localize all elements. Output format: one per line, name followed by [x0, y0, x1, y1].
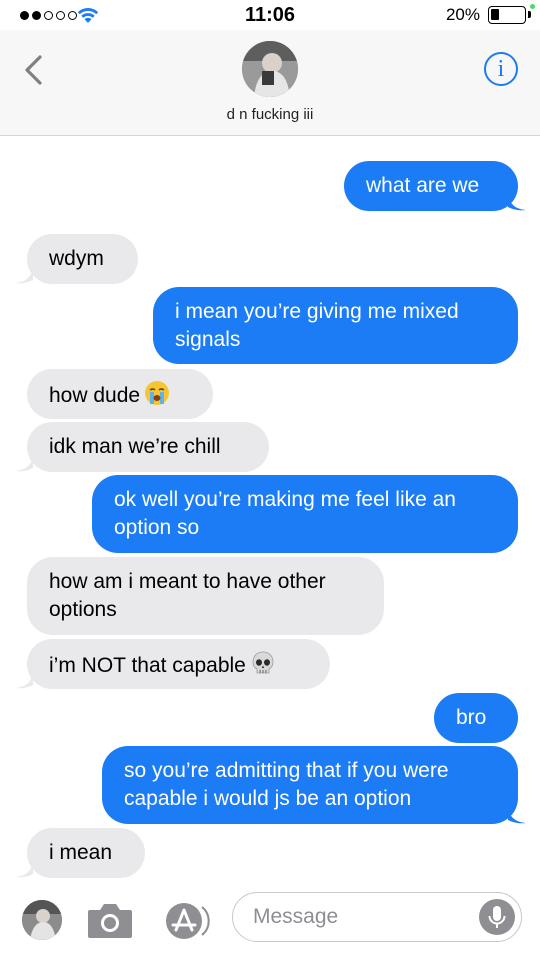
message-text: i’m NOT that capable [49, 654, 246, 677]
bubble-tail [508, 808, 526, 824]
message-text: ok well you’re making me feel like an op… [114, 488, 456, 539]
charging-indicator-icon [530, 4, 535, 9]
bubble-tail [15, 268, 33, 284]
message-text: what are we [366, 174, 480, 197]
message-list[interactable]: what are we wdym i mean you’re giving me… [0, 137, 540, 890]
conversation-header: d n fucking iii i [0, 30, 540, 136]
app-store-icon[interactable] [162, 901, 210, 941]
battery-percent: 20% [445, 5, 480, 24]
message-bubble-received[interactable]: idk man we’re chill [27, 422, 269, 472]
avatar-icon[interactable] [22, 900, 62, 940]
battery-nub [528, 11, 531, 18]
contact-name[interactable]: d n fucking iii [0, 106, 540, 123]
message-text: idk man we’re chill [49, 435, 221, 458]
message-bubble-sent[interactable]: i mean you’re giving me mixed signals [153, 287, 518, 364]
message-bubble-sent[interactable]: ok well you’re making me feel like an op… [92, 475, 518, 553]
message-input[interactable] [253, 902, 473, 932]
skull-emoji-icon [250, 650, 276, 684]
message-text: i mean [49, 841, 113, 864]
message-text: how dude [49, 384, 141, 407]
bubble-tail [15, 862, 33, 878]
message-text: bro [456, 706, 487, 729]
message-text: so you’re admitting that if you were cap… [124, 759, 449, 810]
bubble-tail [508, 195, 526, 211]
camera-icon[interactable] [86, 900, 134, 940]
message-bubble-received[interactable]: i’m NOT that capable [27, 639, 330, 689]
message-bubble-sent[interactable]: so you’re admitting that if you were cap… [102, 746, 518, 824]
bubble-tail [15, 673, 33, 689]
message-text: wdym [49, 247, 104, 270]
message-bubble-received[interactable]: wdym [27, 234, 138, 284]
composer-bar [0, 890, 540, 960]
status-bar: 11:06 20% [0, 0, 540, 30]
message-bubble-received[interactable]: how am i meant to have other options [27, 557, 384, 635]
info-icon[interactable]: i [484, 52, 518, 86]
microphone-icon[interactable] [479, 899, 515, 935]
chevron-left-icon[interactable] [22, 54, 44, 86]
message-bubble-sent[interactable]: bro [434, 693, 518, 743]
bubble-tail [15, 456, 33, 472]
contact-avatar[interactable] [242, 41, 298, 97]
message-bubble-received[interactable]: i mean [27, 828, 145, 878]
message-text: how am i meant to have other options [49, 570, 326, 621]
message-bubble-sent[interactable]: what are we [344, 161, 518, 211]
loudly-crying-emoji-icon [144, 380, 170, 414]
message-input-field[interactable] [232, 892, 522, 942]
battery-icon [488, 6, 526, 24]
message-bubble-received[interactable]: how dude [27, 369, 213, 419]
message-text: i mean you’re giving me mixed signals [175, 300, 459, 351]
